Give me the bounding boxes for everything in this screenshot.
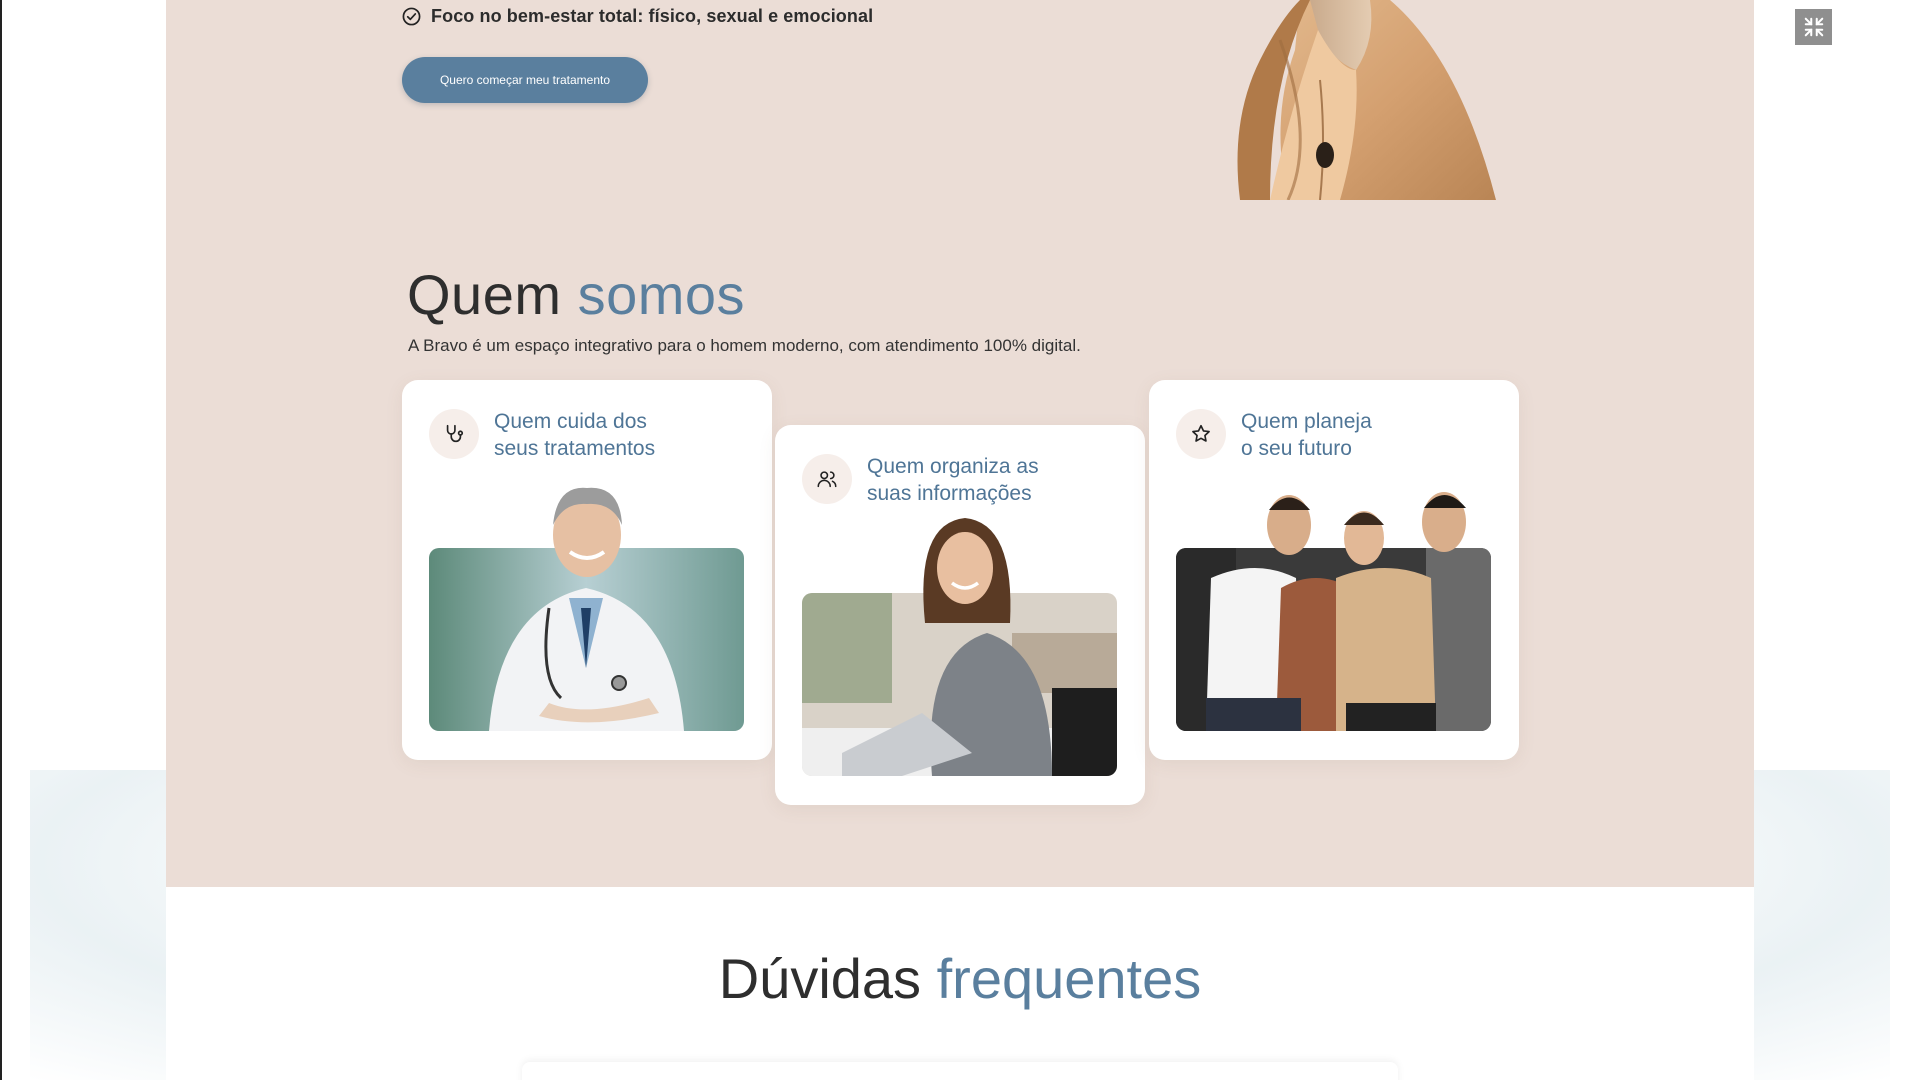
faq-title: Dúvidas frequentes [718, 947, 1202, 1010]
users-icon [802, 454, 852, 504]
hero-section: Foco no bem-estar total: físico, sexual … [166, 0, 1754, 887]
woman-head [923, 518, 1011, 623]
page: Foco no bem-estar total: físico, sexual … [166, 0, 1754, 1080]
star-icon [1176, 409, 1226, 459]
doctor-head [553, 487, 622, 577]
exit-fullscreen-icon [1804, 17, 1823, 37]
check-circle-icon [402, 7, 421, 26]
team-heads [1267, 492, 1466, 565]
card-title: Quem organiza as suas informações [867, 455, 1039, 505]
faq-accordion[interactable] [522, 1062, 1398, 1080]
stethoscope-icon [429, 409, 479, 459]
card-future: Quem planeja o seu futuro [1149, 380, 1519, 760]
about-title: Quem somos [407, 263, 745, 326]
card-title: Quem planeja o seu futuro [1241, 410, 1372, 460]
feature-text: Foco no bem-estar total: físico, sexual … [431, 6, 874, 26]
team-photo [1176, 548, 1491, 731]
exit-fullscreen-button[interactable] [1795, 9, 1832, 45]
hero-photo [1237, 0, 1496, 200]
card-treatments: Quem cuida dos seus tratamentos [402, 380, 772, 760]
start-treatment-button[interactable]: Quero começar meu tratamento [402, 57, 648, 103]
about-subtitle: A Bravo é um espaço integrativo para o h… [408, 336, 1081, 355]
card-title: Quem cuida dos seus tratamentos [494, 410, 656, 460]
window-edge [0, 0, 2, 1080]
feature-item: Foco no bem-estar total: físico, sexual … [402, 6, 873, 27]
card-information: Quem organiza as suas informações [775, 425, 1145, 805]
